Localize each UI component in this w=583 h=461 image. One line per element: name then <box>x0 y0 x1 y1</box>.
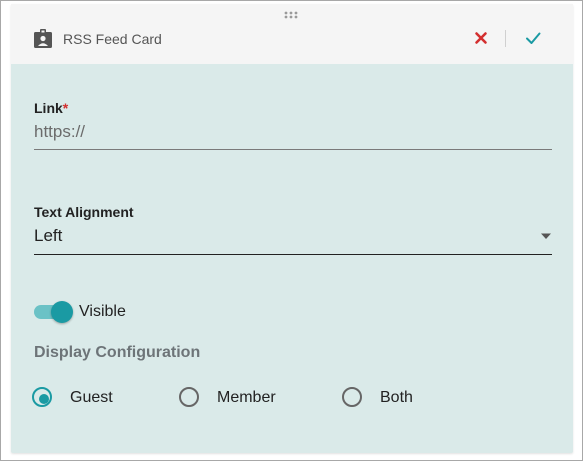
link-label-text: Link <box>34 100 63 116</box>
text-alignment-value: Left <box>34 226 63 245</box>
header-divider <box>505 30 506 47</box>
cancel-button[interactable] <box>471 28 491 48</box>
radio-both-circle <box>342 387 362 407</box>
radio-guest-dot <box>39 394 49 404</box>
radio-both-label: Both <box>380 389 413 406</box>
link-label: Link* <box>34 100 68 116</box>
radio-member[interactable]: Member <box>179 387 289 411</box>
radio-guest-label: Guest <box>70 389 113 406</box>
confirm-button[interactable] <box>523 28 543 48</box>
drag-handle-icon[interactable] <box>284 11 298 21</box>
rss-feed-card-editor: RSS Feed Card Link* Text Alignment Left … <box>11 4 573 453</box>
display-configuration-title: Display Configuration <box>34 344 201 361</box>
link-input[interactable] <box>34 121 552 150</box>
id-badge-icon <box>34 29 52 48</box>
window-frame: RSS Feed Card Link* Text Alignment Left … <box>0 0 583 461</box>
card-title: RSS Feed Card <box>63 31 162 47</box>
visible-label: Visible <box>79 303 126 320</box>
toggle-thumb <box>51 301 73 323</box>
text-alignment-select[interactable]: Left <box>34 226 552 255</box>
text-alignment-label: Text Alignment <box>34 204 134 220</box>
radio-member-label: Member <box>217 389 276 406</box>
radio-both[interactable]: Both <box>342 387 432 411</box>
radio-guest[interactable]: Guest <box>32 387 132 411</box>
radio-member-circle <box>179 387 199 407</box>
card-header: RSS Feed Card <box>11 4 573 64</box>
radio-guest-circle <box>32 387 52 407</box>
dropdown-arrow-icon <box>541 233 551 239</box>
visible-toggle[interactable] <box>34 301 74 323</box>
required-marker: * <box>62 100 69 116</box>
